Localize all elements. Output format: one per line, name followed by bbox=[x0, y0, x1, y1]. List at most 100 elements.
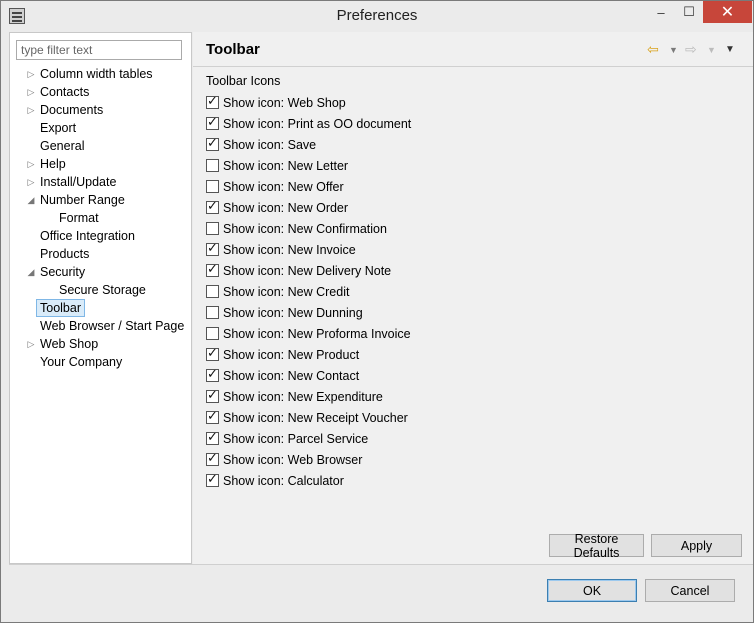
apply-button[interactable]: Apply bbox=[651, 534, 742, 557]
view-menu-icon[interactable]: ▼ bbox=[725, 44, 735, 55]
option-row[interactable]: Show icon: Calculator bbox=[206, 470, 411, 491]
ok-button[interactable]: OK bbox=[547, 579, 637, 602]
arrow-left-icon[interactable]: ⇦ bbox=[647, 41, 659, 58]
tree-item[interactable]: General bbox=[10, 137, 191, 155]
tree-item[interactable]: ▷ Web Shop bbox=[10, 335, 191, 353]
cancel-button[interactable]: Cancel bbox=[645, 579, 735, 602]
expanded-arrow-icon[interactable]: ◢ bbox=[26, 263, 36, 281]
option-row[interactable]: Show icon: New Expenditure bbox=[206, 386, 411, 407]
option-label: Show icon: Calculator bbox=[223, 473, 344, 488]
chevron-down-icon[interactable]: ▼ bbox=[707, 45, 716, 55]
tree-item[interactable]: ▷ Help bbox=[10, 155, 191, 173]
tree-item-label: Number Range bbox=[40, 193, 125, 207]
option-row[interactable]: Show icon: New Offer bbox=[206, 176, 411, 197]
checkbox-checked[interactable] bbox=[206, 198, 219, 214]
checkbox-checked[interactable] bbox=[206, 408, 219, 424]
chevron-down-icon[interactable]: ▼ bbox=[669, 45, 678, 55]
tree-item[interactable]: Web Browser / Start Page bbox=[10, 317, 191, 335]
checkbox-checked[interactable] bbox=[206, 450, 219, 466]
option-label: Show icon: Web Shop bbox=[223, 95, 346, 110]
tree-item-label: Toolbar bbox=[36, 299, 85, 317]
option-row[interactable]: Show icon: Parcel Service bbox=[206, 428, 411, 449]
option-label: Show icon: New Receipt Voucher bbox=[223, 410, 408, 425]
checkbox-checked[interactable] bbox=[206, 429, 219, 445]
option-label: Show icon: New Invoice bbox=[223, 242, 356, 257]
checkbox-checked[interactable] bbox=[206, 114, 219, 130]
arrow-right-icon[interactable]: ⇨ bbox=[685, 41, 697, 58]
checkbox-unchecked[interactable] bbox=[206, 285, 219, 298]
option-label: Show icon: Save bbox=[223, 137, 317, 152]
option-label: Show icon: New Proforma Invoice bbox=[223, 326, 411, 341]
option-row[interactable]: Show icon: Web Browser bbox=[206, 449, 411, 470]
tree-item[interactable]: Your Company bbox=[10, 353, 191, 371]
filter-input[interactable] bbox=[16, 40, 182, 60]
checkbox-checked[interactable] bbox=[206, 345, 219, 361]
preferences-window: Preferences – ☐ ✕ ▷ Column width tables ▷ C… bbox=[0, 0, 754, 623]
checkbox-checked[interactable] bbox=[206, 471, 219, 487]
tree-item[interactable]: Format bbox=[10, 209, 191, 227]
option-label: Show icon: New Credit bbox=[223, 284, 350, 299]
option-row[interactable]: Show icon: Web Shop bbox=[206, 92, 411, 113]
option-row[interactable]: Show icon: Print as OO document bbox=[206, 113, 411, 134]
expanded-arrow-icon[interactable]: ◢ bbox=[26, 191, 36, 209]
collapsed-arrow-icon[interactable]: ▷ bbox=[26, 173, 36, 191]
checkbox-unchecked[interactable] bbox=[206, 222, 219, 235]
option-row[interactable]: Show icon: New Confirmation bbox=[206, 218, 411, 239]
collapsed-arrow-icon[interactable]: ▷ bbox=[26, 101, 36, 119]
collapsed-arrow-icon[interactable]: ▷ bbox=[26, 83, 36, 101]
tree-item[interactable]: ◢ Number Range bbox=[10, 191, 191, 209]
tree-item-label: Your Company bbox=[40, 355, 123, 369]
option-label: Show icon: New Letter bbox=[223, 158, 349, 173]
tree-item[interactable]: ▷ Column width tables bbox=[10, 65, 191, 83]
collapsed-arrow-icon[interactable]: ▷ bbox=[26, 65, 36, 83]
option-row[interactable]: Show icon: New Proforma Invoice bbox=[206, 323, 411, 344]
tree-item-label: Security bbox=[40, 265, 86, 279]
option-row[interactable]: Show icon: New Product bbox=[206, 344, 411, 365]
checkbox-unchecked[interactable] bbox=[206, 159, 219, 172]
checkbox-checked[interactable] bbox=[206, 366, 219, 382]
option-row[interactable]: Show icon: New Invoice bbox=[206, 239, 411, 260]
checkbox-checked[interactable] bbox=[206, 240, 219, 256]
tree-item[interactable]: ◢ Security bbox=[10, 263, 191, 281]
option-label: Show icon: New Contact bbox=[223, 368, 360, 383]
restore-defaults-button[interactable]: Restore Defaults bbox=[549, 532, 644, 560]
minimize-button[interactable]: – bbox=[647, 1, 675, 23]
collapsed-arrow-icon[interactable]: ▷ bbox=[26, 155, 36, 173]
option-row[interactable]: Show icon: New Order bbox=[206, 197, 411, 218]
tree-item[interactable]: ▷ Contacts bbox=[10, 83, 191, 101]
tree-item-label: Format bbox=[59, 211, 99, 225]
tree-item[interactable]: ▷ Documents bbox=[10, 101, 191, 119]
checkbox-unchecked[interactable] bbox=[206, 306, 219, 319]
tree-item-label: Documents bbox=[40, 103, 104, 117]
option-row[interactable]: Show icon: New Contact bbox=[206, 365, 411, 386]
tree-item[interactable]: ▷ Install/Update bbox=[10, 173, 191, 191]
tree-item[interactable]: Products bbox=[10, 245, 191, 263]
preference-tree-pane: ▷ Column width tables ▷ Contacts ▷ Documents E… bbox=[9, 32, 192, 564]
close-button[interactable]: ✕ bbox=[703, 1, 752, 23]
checkbox-checked[interactable] bbox=[206, 387, 219, 403]
option-row[interactable]: Show icon: New Dunning bbox=[206, 302, 411, 323]
checkbox-checked[interactable] bbox=[206, 135, 219, 151]
option-label: Show icon: Print as OO document bbox=[223, 116, 412, 131]
option-row[interactable]: Show icon: New Receipt Voucher bbox=[206, 407, 411, 428]
collapsed-arrow-icon[interactable]: ▷ bbox=[26, 335, 36, 353]
tree-item[interactable]: Office Integration bbox=[10, 227, 191, 245]
maximize-button[interactable]: ☐ bbox=[675, 1, 703, 23]
checkbox-unchecked[interactable] bbox=[206, 327, 219, 340]
option-row[interactable]: Show icon: New Credit bbox=[206, 281, 411, 302]
option-row[interactable]: Show icon: New Delivery Note bbox=[206, 260, 411, 281]
checkbox-checked[interactable] bbox=[206, 261, 219, 277]
tree-item[interactable]: Secure Storage bbox=[10, 281, 191, 299]
option-row[interactable]: Show icon: Save bbox=[206, 134, 411, 155]
checkbox-checked[interactable] bbox=[206, 93, 219, 109]
toolbar-icon-options: Show icon: Web Shop Show icon: Print as O… bbox=[206, 92, 411, 491]
tree-item[interactable]: Toolbar bbox=[10, 299, 191, 317]
tree-item-label: General bbox=[40, 139, 85, 153]
tree-item-label: Products bbox=[40, 247, 90, 261]
tree-item[interactable]: Export bbox=[10, 119, 191, 137]
title-bar: Preferences – ☐ ✕ bbox=[1, 1, 753, 31]
option-row[interactable]: Show icon: New Letter bbox=[206, 155, 411, 176]
header-divider bbox=[193, 66, 753, 67]
group-title: Toolbar Icons bbox=[206, 74, 281, 88]
checkbox-unchecked[interactable] bbox=[206, 180, 219, 193]
